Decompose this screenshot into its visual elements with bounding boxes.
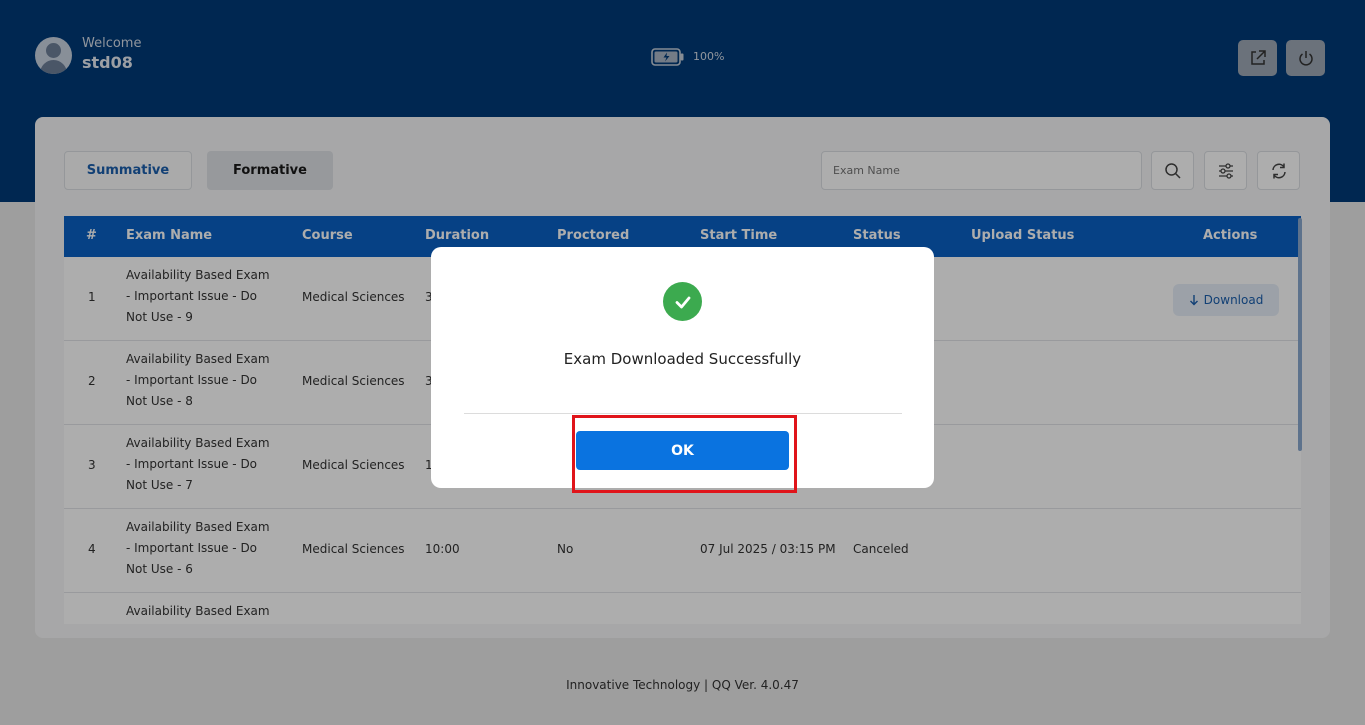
dialog-divider xyxy=(464,413,902,414)
success-check-icon xyxy=(663,282,702,321)
ok-button-highlight xyxy=(572,415,797,493)
checkmark-icon xyxy=(675,296,690,308)
dialog-message: Exam Downloaded Successfully xyxy=(563,350,802,368)
